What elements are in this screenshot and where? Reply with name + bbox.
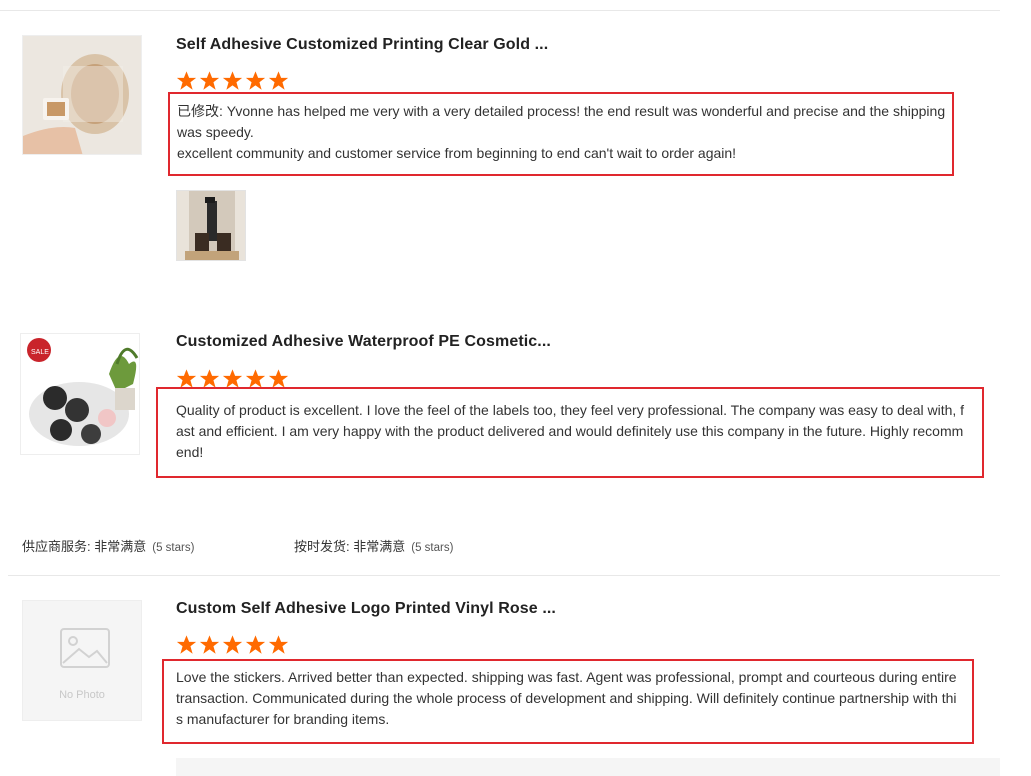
star-icon xyxy=(176,71,197,90)
section-divider xyxy=(8,575,1000,576)
svg-text:SALE: SALE xyxy=(31,349,49,356)
product-thumbnail[interactable] xyxy=(22,35,142,155)
rating-stars xyxy=(176,634,289,655)
review-text: Love the stickers. Arrived better than e… xyxy=(176,669,957,727)
review-text: Quality of product is excellent. I love … xyxy=(176,402,965,460)
no-photo-placeholder: No Photo xyxy=(22,600,142,721)
star-icon xyxy=(199,71,220,90)
rating-stars xyxy=(176,70,289,91)
image-placeholder-icon xyxy=(60,628,110,668)
star-icon xyxy=(245,635,266,654)
on-time-shipping-rating: 按时发货: 非常满意 (5 stars) xyxy=(294,536,453,555)
product-title-link[interactable]: Customized Adhesive Waterproof PE Cosmet… xyxy=(176,333,551,351)
star-icon xyxy=(199,369,220,388)
supplier-service-rating: 供应商服务: 非常满意 (5 stars) xyxy=(22,536,194,555)
supplier-service-note: (5 stars) xyxy=(152,542,195,554)
star-icon xyxy=(268,635,289,654)
star-icon xyxy=(222,635,243,654)
rating-stars xyxy=(176,368,289,389)
on-time-shipping-label: 按时发货: 非常满意 xyxy=(294,539,406,554)
star-icon xyxy=(268,369,289,388)
next-review-strip xyxy=(176,758,1000,776)
no-photo-label: No Photo xyxy=(59,689,105,701)
star-icon xyxy=(176,635,197,654)
star-icon xyxy=(222,71,243,90)
star-icon xyxy=(176,369,197,388)
star-icon xyxy=(245,71,266,90)
supplier-service-label: 供应商服务: 非常满意 xyxy=(22,539,147,554)
product-title-link[interactable]: Custom Self Adhesive Logo Printed Vinyl … xyxy=(176,600,556,618)
on-time-shipping-note: (5 stars) xyxy=(411,542,454,554)
star-icon xyxy=(222,369,243,388)
product-title-link[interactable]: Self Adhesive Customized Printing Clear … xyxy=(176,36,548,54)
top-divider xyxy=(0,10,1000,11)
review-photo[interactable] xyxy=(176,190,246,261)
star-icon xyxy=(268,71,289,90)
product-thumbnail[interactable]: SALE xyxy=(20,333,140,455)
star-icon xyxy=(199,635,220,654)
review-text: 已修改: Yvonne has helped me very with a ve… xyxy=(177,103,946,161)
star-icon xyxy=(245,369,266,388)
